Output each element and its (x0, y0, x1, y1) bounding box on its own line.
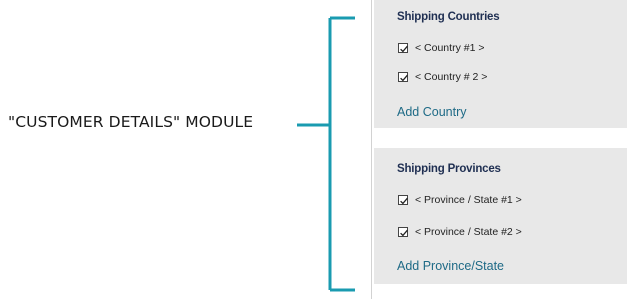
province-1-checkbox[interactable] (398, 195, 408, 205)
checkmark-icon (400, 229, 408, 237)
province-2-row: < Province / State #2 > (398, 226, 522, 238)
province-1-row: < Province / State #1 > (398, 194, 522, 206)
shipping-countries-title: Shipping Countries (397, 11, 500, 23)
shipping-countries-panel: Shipping Countries < Country #1 > < Coun… (374, 0, 627, 128)
country-1-row: < Country #1 > (398, 42, 484, 54)
screenshot-stage: "CUSTOMER DETAILS" MODULE Shipping Count… (0, 0, 627, 299)
province-2-label: < Province / State #2 > (415, 226, 522, 238)
add-country-link[interactable]: Add Country (397, 105, 466, 119)
country-1-label: < Country #1 > (415, 42, 485, 54)
country-2-row: < Country # 2 > (398, 71, 487, 83)
checkmark-icon (400, 197, 408, 205)
shipping-provinces-title: Shipping Provinces (397, 163, 501, 175)
province-1-label: < Province / State #1 > (415, 194, 522, 206)
checkmark-icon (400, 45, 408, 53)
shipping-provinces-panel: Shipping Provinces < Province / State #1… (374, 148, 627, 284)
panel-divider (371, 0, 372, 299)
country-1-checkbox[interactable] (398, 43, 408, 53)
checkmark-icon (400, 74, 408, 82)
country-2-label: < Country # 2 > (415, 71, 488, 83)
province-2-checkbox[interactable] (398, 227, 408, 237)
country-2-checkbox[interactable] (398, 72, 408, 82)
add-province-link[interactable]: Add Province/State (397, 259, 504, 273)
